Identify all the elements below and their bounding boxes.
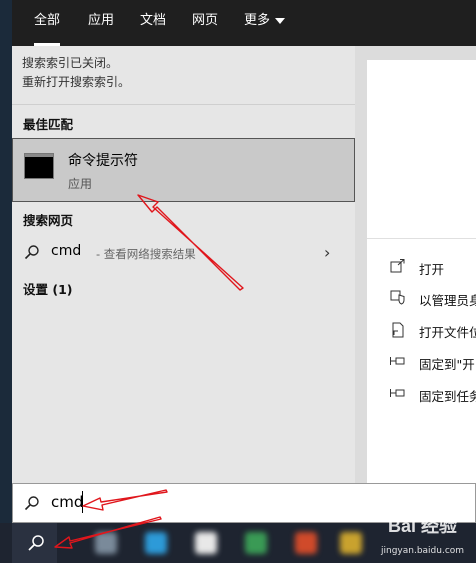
annotation-arrow xyxy=(82,489,168,511)
baidu-watermark: Bai 经验 jingyan.baidu.com xyxy=(378,508,476,563)
watermark-url: jingyan.baidu.com xyxy=(381,546,465,556)
annotation-arrow xyxy=(137,194,244,291)
baidu-logo: Bai 经验 xyxy=(388,516,458,536)
annotation-arrow xyxy=(54,516,162,549)
annotation-arrows xyxy=(54,194,244,549)
